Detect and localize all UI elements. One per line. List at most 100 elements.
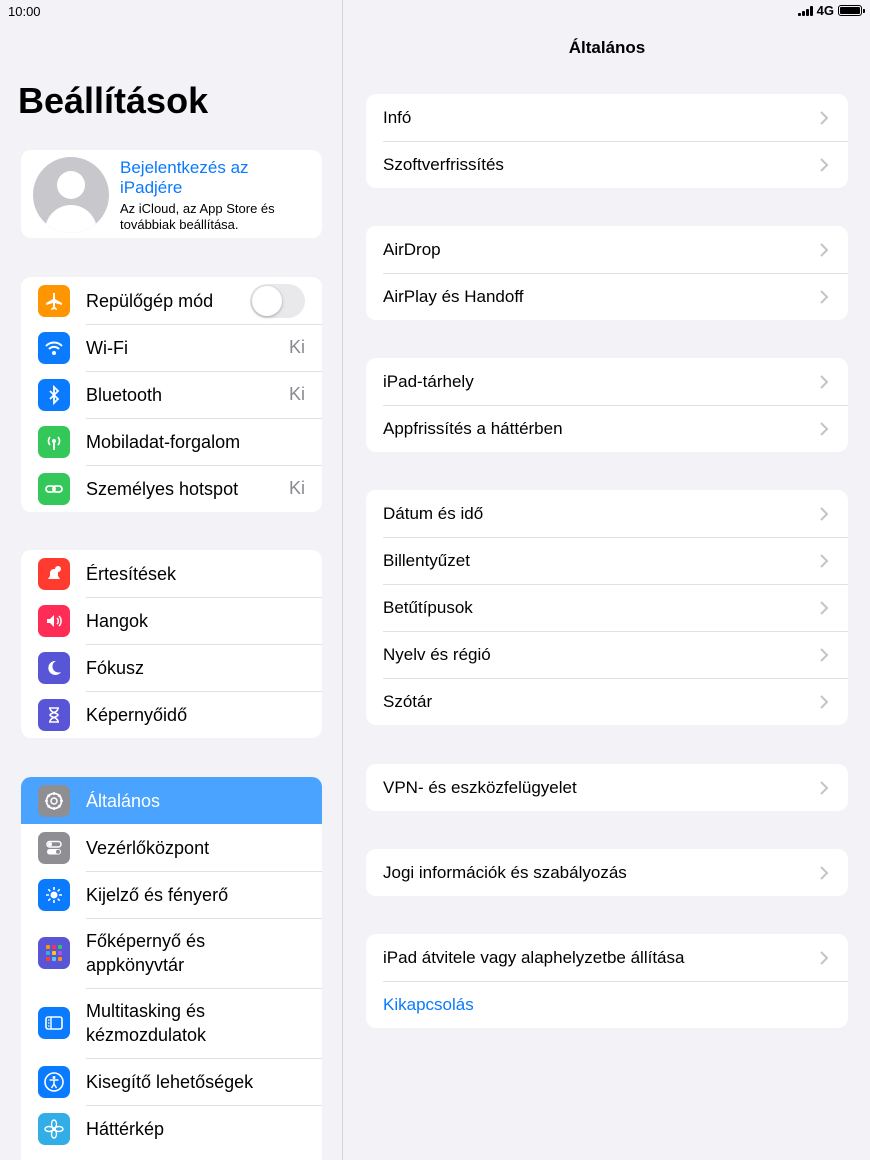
sidebar-item-bluetooth[interactable]: Bluetooth Ki xyxy=(21,371,322,418)
sidebar-item-notifications[interactable]: Értesítések xyxy=(21,550,322,597)
row-software-update[interactable]: Szoftverfrissítés xyxy=(366,141,848,188)
sidebar-item-label: Kisegítő lehetőségek xyxy=(86,1071,254,1092)
legal-group: Jogi információk és szabályozás xyxy=(366,849,848,896)
chevron-right-icon xyxy=(820,157,829,172)
sidebar-item-label: Kijelző és fényerő xyxy=(86,884,229,905)
sidebar-item-wifi[interactable]: Wi-Fi Ki xyxy=(21,324,322,371)
sidebar-title: Beállítások xyxy=(18,80,209,121)
status-indicators: 4G xyxy=(797,3,865,18)
vpn-group: VPN- és eszközfelügyelet xyxy=(366,764,848,811)
general-group: Általános Vezérlőközpont Kijelző és fény… xyxy=(21,777,322,1160)
chevron-right-icon xyxy=(820,780,829,795)
sidebar: Beállítások Bejelentkezés az iPadjére Az… xyxy=(0,0,343,1160)
notifications-group: Értesítések Hangok Fókusz Képernyőidő xyxy=(21,550,322,738)
row-info[interactable]: Infó xyxy=(366,94,848,141)
row-label: Szoftverfrissítés xyxy=(383,154,504,174)
sidebar-item-general[interactable]: Általános xyxy=(21,777,322,824)
sidebar-item-wallpaper[interactable]: Háttérkép xyxy=(21,1105,322,1152)
wifi-status: Ki xyxy=(288,337,305,357)
row-label: Nyelv és régió xyxy=(383,644,491,664)
chevron-right-icon xyxy=(820,506,829,521)
row-label: AirDrop xyxy=(383,239,441,259)
row-fonts[interactable]: Betűtípusok xyxy=(366,584,848,631)
sidebar-item-label: Főképernyő és appkönyvtár xyxy=(86,931,206,975)
sidebar-item-label: Általános xyxy=(86,790,161,811)
sidebar-item-label: Hangok xyxy=(86,610,149,631)
chevron-right-icon xyxy=(820,110,829,125)
row-label: Jogi információk és szabályozás xyxy=(383,862,627,882)
sidebar-item-label: Repülőgép mód xyxy=(86,290,214,311)
airplane-toggle[interactable] xyxy=(250,283,305,318)
sidebar-item-label: Háttérkép xyxy=(86,1118,165,1139)
row-ipad-storage[interactable]: iPad-tárhely xyxy=(366,358,848,405)
sidebar-item-label: Értesítések xyxy=(86,563,177,584)
sidebar-item-focus[interactable]: Fókusz xyxy=(21,644,322,691)
sidebar-item-label: Multitasking és kézmozdulatok xyxy=(86,1001,207,1045)
bluetooth-icon xyxy=(38,378,70,411)
airplane-icon xyxy=(38,284,70,317)
locale-group: Dátum és idő Billentyűzet Betűtípusok Ny… xyxy=(366,490,848,725)
bell-icon xyxy=(38,557,70,590)
sidebar-item-label: Wi-Fi xyxy=(86,337,128,358)
row-airplay-handoff[interactable]: AirPlay és Handoff xyxy=(366,273,848,320)
sidebar-item-home-screen[interactable]: Főképernyő és appkönyvtár xyxy=(21,918,322,988)
chevron-right-icon xyxy=(820,374,829,389)
sidebar-item-multitasking[interactable]: Multitasking és kézmozdulatok xyxy=(21,988,322,1058)
speaker-icon xyxy=(38,604,70,637)
sign-in-card[interactable]: Bejelentkezés az iPadjére Az iCloud, az … xyxy=(21,150,322,238)
shutdown-button[interactable]: Kikapcsolás xyxy=(366,981,848,1028)
bluetooth-status: Ki xyxy=(288,384,305,404)
chevron-right-icon xyxy=(820,289,829,304)
row-label: VPN- és eszközfelügyelet xyxy=(383,777,577,797)
sign-in-link[interactable]: Bejelentkezés az iPadjére xyxy=(120,158,315,198)
chevron-right-icon xyxy=(820,865,829,880)
sidebar-item-label: Fókusz xyxy=(86,657,145,678)
row-label: Infó xyxy=(383,107,412,127)
chevron-right-icon xyxy=(820,950,829,965)
hotspot-icon xyxy=(38,472,70,505)
sidebar-item-cellular[interactable]: Mobiladat-forgalom xyxy=(21,418,322,465)
sidebar-item-airplane[interactable]: Repülőgép mód xyxy=(21,277,322,324)
sidebar-item-label: Vezérlőközpont xyxy=(86,837,210,858)
page-title: Általános xyxy=(568,38,646,57)
chevron-right-icon xyxy=(820,242,829,257)
sidebar-item-label: Személyes hotspot xyxy=(86,478,239,499)
storage-group: iPad-tárhely Appfrissítés a háttérben xyxy=(366,358,848,452)
chevron-right-icon xyxy=(820,647,829,662)
avatar-icon xyxy=(33,157,109,233)
row-label: iPad átvitele vagy alaphelyzetbe állítás… xyxy=(383,947,685,967)
reset-group: iPad átvitele vagy alaphelyzetbe állítás… xyxy=(366,934,848,1028)
chevron-right-icon xyxy=(820,600,829,615)
network-label: 4G xyxy=(816,3,834,18)
sidebar-item-screen-time[interactable]: Képernyőidő xyxy=(21,691,322,738)
accessibility-icon xyxy=(38,1065,70,1098)
sidebar-item-accessibility[interactable]: Kisegítő lehetőségek xyxy=(21,1058,322,1105)
wifi-icon xyxy=(38,331,70,364)
sidebar-item-hotspot[interactable]: Személyes hotspot Ki xyxy=(21,465,322,512)
row-date-time[interactable]: Dátum és idő xyxy=(366,490,848,537)
sign-in-subtitle: Az iCloud, az App Store és továbbiak beá… xyxy=(120,201,275,232)
row-vpn-device-management[interactable]: VPN- és eszközfelügyelet xyxy=(366,764,848,811)
row-dictionary[interactable]: Szótár xyxy=(366,678,848,725)
shutdown-label: Kikapcsolás xyxy=(383,994,474,1014)
sidebar-item-display[interactable]: Kijelző és fényerő xyxy=(21,871,322,918)
row-label: Szótár xyxy=(383,691,433,711)
sidebar-item-label: Képernyőidő xyxy=(86,704,188,725)
row-keyboard[interactable]: Billentyűzet xyxy=(366,537,848,584)
row-label: AirPlay és Handoff xyxy=(383,286,524,306)
signal-icon xyxy=(797,5,813,16)
row-legal[interactable]: Jogi információk és szabályozás xyxy=(366,849,848,896)
row-background-refresh[interactable]: Appfrissítés a háttérben xyxy=(366,405,848,452)
moon-icon xyxy=(38,651,70,684)
row-airdrop[interactable]: AirDrop xyxy=(366,226,848,273)
sun-icon xyxy=(38,878,70,911)
chevron-right-icon xyxy=(820,421,829,436)
sidebar-item-sounds[interactable]: Hangok xyxy=(21,597,322,644)
row-label: Appfrissítés a háttérben xyxy=(383,418,563,438)
row-language-region[interactable]: Nyelv és régió xyxy=(366,631,848,678)
hotspot-status: Ki xyxy=(288,478,305,498)
row-transfer-reset[interactable]: iPad átvitele vagy alaphelyzetbe állítás… xyxy=(366,934,848,981)
grid-icon xyxy=(38,937,70,969)
chevron-right-icon xyxy=(820,553,829,568)
sidebar-item-control-center[interactable]: Vezérlőközpont xyxy=(21,824,322,871)
